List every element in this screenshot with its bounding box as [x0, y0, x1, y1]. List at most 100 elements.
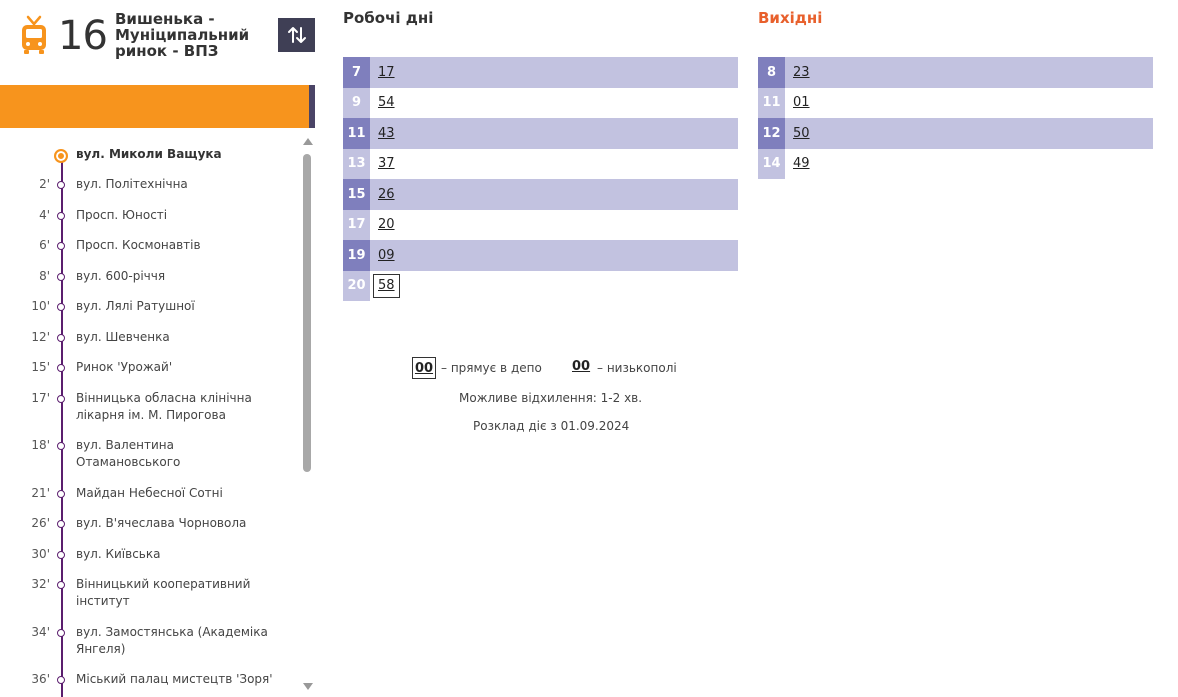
schedule-minutes[interactable]: 23	[793, 57, 810, 88]
stop-marker-icon	[57, 334, 65, 342]
schedule-minutes[interactable]: 49	[793, 149, 810, 180]
stop-marker-icon	[57, 442, 65, 450]
schedule-row: 11 01	[758, 87, 1153, 119]
stop-name: вул. Миколи Ващука	[76, 147, 222, 161]
stop-travel-time: 4'	[39, 208, 50, 222]
schedule-hour: 13	[343, 148, 370, 179]
stop-marker-icon	[57, 212, 65, 220]
schedule-row: 13 37	[343, 148, 738, 180]
schedule-row: 17 20	[343, 209, 738, 241]
stop-travel-time: 21'	[31, 486, 50, 500]
stop-name: вул. Валентина Отамановського	[76, 438, 181, 469]
workdays-schedule: 7 17 9 54 11 43 13 37 15 26 17 20 19 09 20 58	[343, 57, 738, 301]
stop-name: вул. Замостянська (Академіка Янгеля)	[76, 625, 268, 656]
stop-marker-icon	[57, 364, 65, 372]
stop-marker-icon	[57, 676, 65, 684]
swap-arrows-icon	[287, 27, 306, 43]
schedule-hour: 8	[758, 57, 785, 88]
schedule-minutes[interactable]: 20	[378, 210, 395, 241]
schedule-minutes[interactable]: 50	[793, 118, 810, 149]
weekend-title: Вихідні	[758, 9, 823, 27]
schedule-minutes[interactable]: 26	[378, 179, 395, 210]
stop-marker-icon	[57, 273, 65, 281]
stop-name: Ринок 'Урожай'	[76, 360, 173, 374]
stop-travel-time: 6'	[39, 238, 50, 252]
current-stop-marker-icon	[54, 149, 68, 163]
stop-name: Вінницький кооперативний інститут	[76, 577, 251, 608]
swap-direction-button[interactable]	[278, 18, 315, 52]
schedule-hour: 12	[758, 118, 785, 149]
stop-travel-time: 8'	[39, 269, 50, 283]
stop-travel-time: 36'	[31, 672, 50, 686]
stop-name: вул. Лялі Ратушної	[76, 299, 195, 313]
route-number: 16	[58, 13, 108, 59]
stop-marker-icon	[57, 242, 65, 250]
trolleybus-icon	[22, 15, 46, 54]
schedule-minutes[interactable]: 17	[378, 57, 395, 88]
schedule-row: 8 23	[758, 57, 1153, 88]
stop-travel-time: 18'	[31, 438, 50, 452]
stop-name: Майдан Небесної Сотні	[76, 486, 223, 500]
workdays-title: Робочі дні	[343, 9, 434, 27]
stop-marker-icon	[57, 629, 65, 637]
schedule-hour: 11	[758, 87, 785, 118]
stop-marker-icon	[57, 520, 65, 528]
schedule-minutes[interactable]: 01	[793, 88, 810, 119]
valid-from-note: Розклад діє з 01.09.2024	[473, 419, 630, 433]
schedule-minutes[interactable]: 09	[378, 240, 395, 271]
stop-marker-icon	[57, 181, 65, 189]
stops-list: вул. Миколи Ващука 2' вул. Політехнічна 4' П…	[0, 138, 300, 697]
schedule-hour: 9	[343, 87, 370, 118]
route-header: 16 Вишенька - Муніципальний ринок - ВПЗ	[0, 0, 320, 84]
route-color-bar-edge	[309, 85, 315, 128]
stop-marker-icon	[57, 303, 65, 311]
route-color-bar	[0, 85, 309, 128]
schedule-row: 11 43	[343, 118, 738, 149]
schedule-minutes[interactable]: 54	[378, 88, 395, 119]
schedule-minutes[interactable]: 58	[373, 273, 400, 298]
schedule-hour: 15	[343, 179, 370, 210]
stops-scrollbar[interactable]	[300, 138, 314, 697]
legend-lowfloor-sample: 00	[572, 359, 591, 374]
schedule-hour: 14	[758, 148, 785, 179]
legend-depot-sample: 00	[412, 357, 436, 379]
weekend-schedule: 8 23 11 01 12 50 14 49	[758, 57, 1153, 179]
stop-name: Міський палац мистецтв 'Зоря'	[76, 672, 273, 686]
stop-name: вул. 600-річчя	[76, 269, 166, 283]
route-name: Вишенька - Муніципальний ринок - ВПЗ	[115, 10, 250, 60]
stop-name: вул. Політехнічна	[76, 177, 188, 191]
deviation-note: Можливе відхилення: 1-2 хв.	[459, 391, 643, 405]
schedule-minutes[interactable]: 37	[378, 149, 395, 180]
schedule-row: 20 58	[343, 270, 738, 301]
scroll-up-arrow-icon[interactable]	[303, 138, 313, 145]
stop-name: вул. Шевченка	[76, 330, 170, 344]
schedule-hour: 7	[343, 57, 370, 88]
stop-name: вул. В'ячеслава Чорновола	[76, 516, 247, 530]
route-panel: 16 Вишенька - Муніципальний ринок - ВПЗ …	[0, 0, 320, 697]
stop-travel-time: 10'	[31, 299, 50, 313]
stop-travel-time: 2'	[39, 177, 50, 191]
schedule-row: 12 50	[758, 118, 1153, 149]
stop-travel-time: 30'	[31, 547, 50, 561]
scroll-thumb[interactable]	[303, 154, 311, 472]
route-line	[61, 156, 63, 697]
stop-name: вул. Київська	[76, 547, 161, 561]
schedule-hour: 20	[343, 270, 370, 301]
schedule-hour: 11	[343, 118, 370, 149]
scroll-down-arrow-icon[interactable]	[303, 683, 313, 690]
schedule-row: 9 54	[343, 87, 738, 119]
stop-name: Просп. Юності	[76, 208, 168, 222]
schedule-row: 7 17	[343, 57, 738, 88]
schedule-row: 14 49	[758, 148, 1153, 180]
stop-travel-time: 15'	[31, 360, 50, 374]
schedule-row: 19 09	[343, 240, 738, 271]
stop-name: Просп. Космонавтів	[76, 238, 201, 252]
stop-marker-icon	[57, 551, 65, 559]
stop-marker-icon	[57, 581, 65, 589]
schedule-minutes[interactable]: 43	[378, 118, 395, 149]
stop-travel-time: 32'	[31, 577, 50, 591]
schedule-hour: 17	[343, 209, 370, 240]
stop-name: Вінницька обласна клінічна лікарня ім. М…	[76, 391, 252, 422]
stop-marker-icon	[57, 490, 65, 498]
stop-travel-time: 26'	[31, 516, 50, 530]
